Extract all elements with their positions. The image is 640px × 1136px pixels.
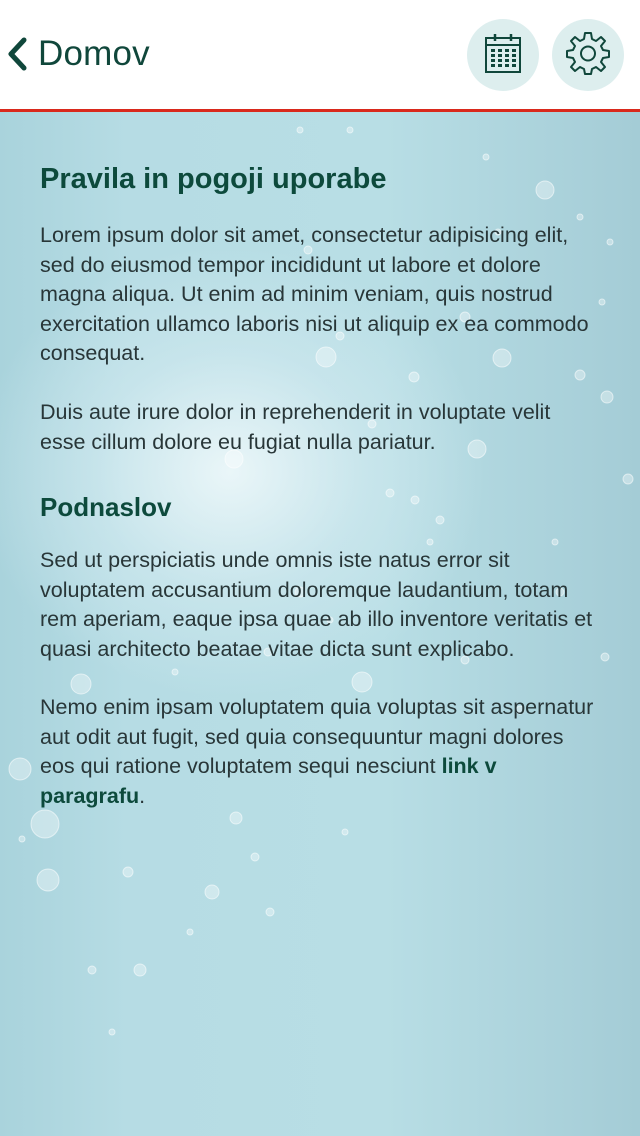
back-label: Domov	[38, 34, 150, 73]
paragraph-4: Nemo enim ipsam voluptatem quia voluptas…	[40, 693, 600, 811]
app-screen: Domov Pravila in pogoji uporabe Lorem ip…	[0, 0, 640, 1136]
page-title: Pravila in pogoji uporabe	[40, 163, 387, 195]
paragraph-4-text: Nemo enim ipsam voluptatem quia voluptas…	[40, 695, 594, 778]
calendar-button[interactable]	[467, 19, 539, 91]
settings-button[interactable]	[552, 19, 624, 91]
back-button[interactable]: Domov	[6, 30, 150, 78]
paragraph-1: Lorem ipsum dolor sit amet, consectetur …	[40, 223, 589, 365]
paragraph-3: Sed ut perspiciatis unde omnis iste natu…	[40, 548, 593, 661]
gear-icon	[565, 30, 611, 81]
subtitle: Podnaslov	[40, 492, 172, 522]
paragraph-4-end: .	[139, 783, 146, 808]
paragraph-2: Duis aute irure dolor in reprehenderit i…	[40, 400, 551, 454]
chevron-left-icon	[6, 37, 28, 71]
app-header: Domov	[0, 0, 640, 112]
calendar-icon	[483, 31, 523, 80]
